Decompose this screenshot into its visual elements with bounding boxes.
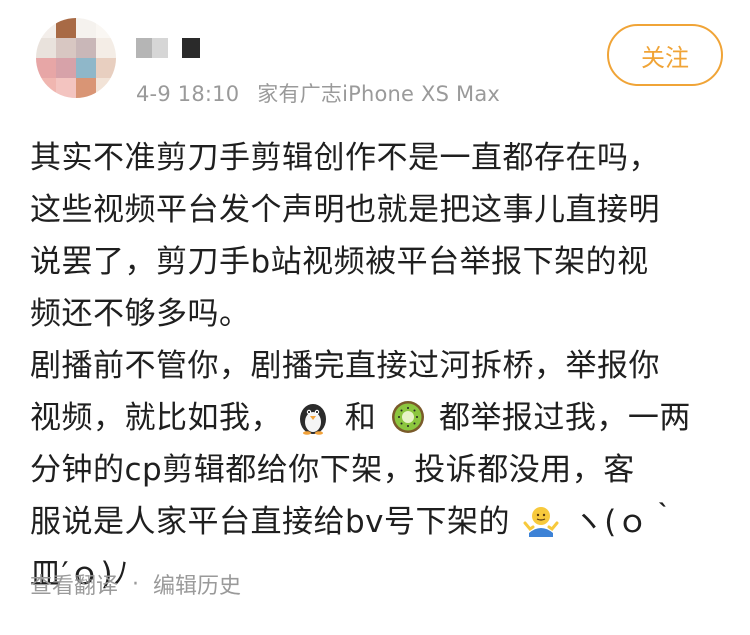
content-line-7: 分钟的cp剪辑都给你下架，投诉都没用，客	[30, 452, 635, 488]
content-line-6: 视频，就比如我， 和 都举报过我，一两	[30, 392, 735, 444]
post-meta: 4-9 18:10 家有广志iPhone XS Max	[136, 78, 500, 108]
translate-link[interactable]: 查看翻译	[30, 568, 118, 600]
content-text: 视频，就比如我，	[30, 400, 282, 436]
follow-button[interactable]: 关注	[607, 24, 723, 86]
avatar[interactable]	[36, 18, 116, 98]
content-line-4: 频还不够多吗。	[30, 296, 251, 332]
content-text: 和	[344, 400, 377, 436]
content-line-3: 说罢了，剪刀手b站视频被平台举报下架的视	[30, 244, 649, 280]
footer-separator: ·	[132, 571, 140, 597]
post-time: 4-9 18:10	[136, 82, 240, 106]
edit-history-link[interactable]: 编辑历史	[153, 568, 241, 600]
content-line-1: 其实不准剪刀手剪辑创作不是一直都存在吗，	[30, 140, 660, 176]
username-pixelated[interactable]	[136, 38, 200, 60]
post-content: 其实不准剪刀手剪辑创作不是一直都存在吗， 这些视频平台发个声明也就是把这事儿直接…	[30, 132, 735, 600]
post-source: 家有广志iPhone XS Max	[257, 82, 501, 106]
kiwi-icon	[391, 400, 424, 433]
weibo-post: 4-9 18:10 家有广志iPhone XS Max 关注 其实不准剪刀手剪辑创…	[0, 0, 750, 635]
content-text: 都举报过我，一两	[438, 400, 691, 436]
content-text: ヽ(ｏ｀	[572, 504, 680, 540]
penguin-icon	[300, 403, 327, 435]
post-footer: 查看翻译 · 编辑历史	[30, 568, 241, 600]
content-line-5: 剧播前不管你，剧播完直接过河拆桥，举报你	[30, 348, 660, 384]
shrug-icon	[523, 506, 559, 537]
content-line-2: 这些视频平台发个声明也就是把这事儿直接明	[30, 192, 660, 228]
content-line-8: 服说是人家平台直接给bv号下架的 ヽ(ｏ｀	[30, 496, 735, 548]
content-text: 服说是人家平台直接给bv号下架的	[30, 504, 511, 540]
